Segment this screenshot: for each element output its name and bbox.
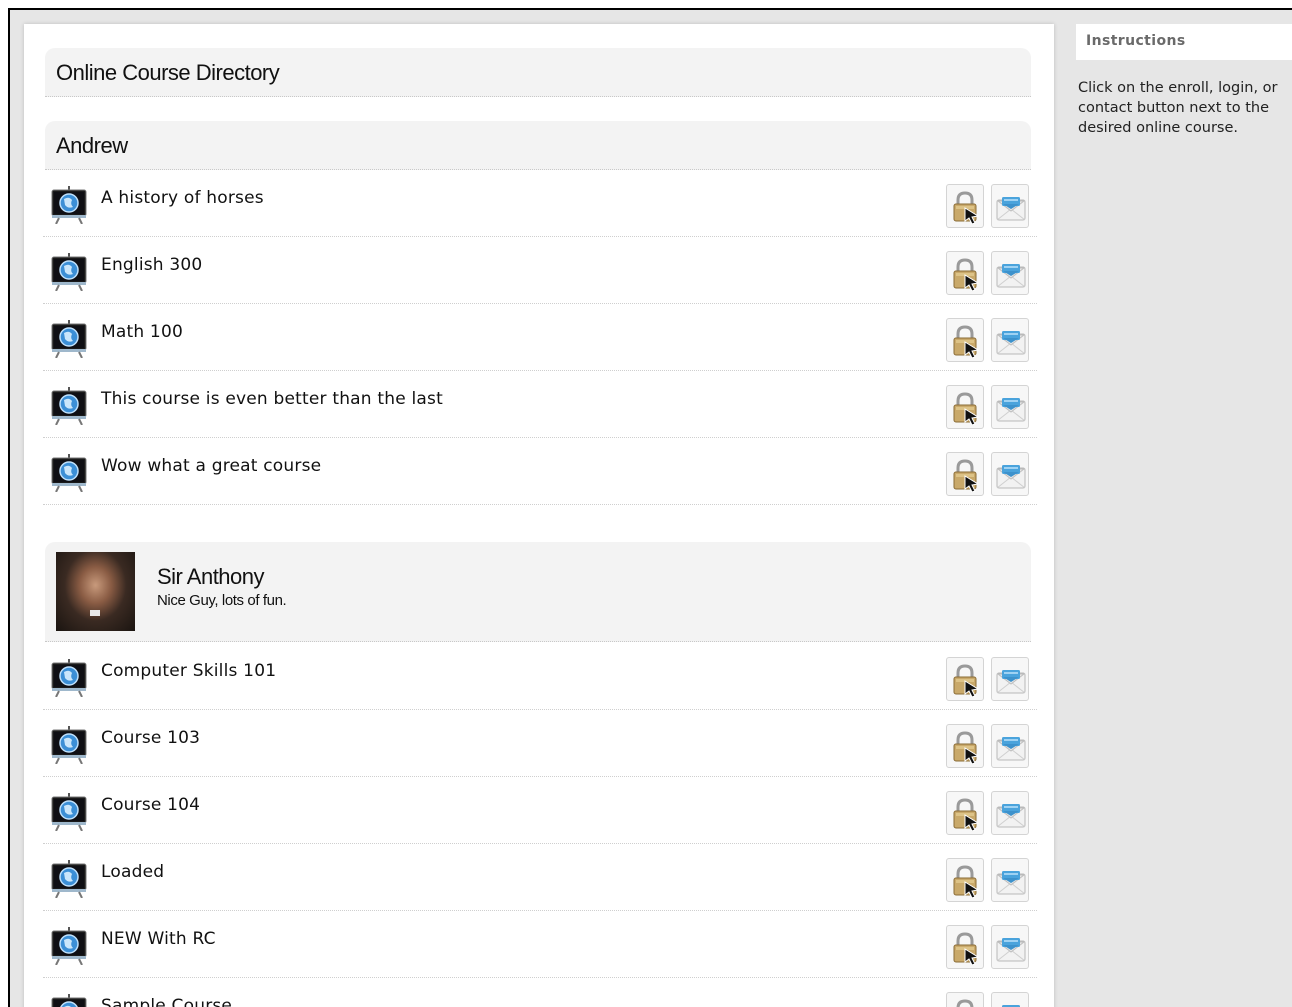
course-row: English 300	[43, 237, 1037, 304]
course-directory-panel: Online Course Directory Andrew A history…	[24, 24, 1054, 1007]
contact-button[interactable]	[991, 925, 1029, 969]
contact-envelope-icon	[996, 264, 1026, 288]
course-easel-icon	[50, 858, 88, 899]
login-button[interactable]	[946, 724, 984, 768]
instructor-header-sir-anthony: Sir Anthony Nice Guy, lots of fun.	[45, 542, 1031, 642]
course-easel-icon	[50, 791, 88, 832]
course-easel-icon	[50, 925, 88, 966]
contact-button[interactable]	[991, 318, 1029, 362]
login-lock-icon	[953, 191, 980, 224]
course-name[interactable]: English 300	[101, 255, 202, 275]
contact-envelope-icon	[996, 331, 1026, 355]
course-name[interactable]: A history of horses	[101, 188, 264, 208]
contact-button[interactable]	[991, 385, 1029, 429]
login-lock-icon	[953, 798, 980, 831]
course-row: Course 104	[43, 777, 1037, 844]
login-lock-icon	[953, 459, 980, 492]
contact-envelope-icon	[996, 737, 1026, 761]
contact-envelope-icon	[996, 804, 1026, 828]
contact-button[interactable]	[991, 251, 1029, 295]
login-button[interactable]	[946, 657, 984, 701]
instructions-heading: Instructions	[1086, 33, 1186, 49]
course-row: NEW With RC	[43, 911, 1037, 978]
login-lock-icon	[953, 258, 980, 291]
course-name[interactable]: Wow what a great course	[101, 456, 321, 476]
login-lock-icon	[953, 865, 980, 898]
course-row: Sample Course	[43, 978, 1037, 1007]
instructor-name: Andrew	[56, 133, 128, 158]
course-easel-icon	[50, 724, 88, 765]
login-button[interactable]	[946, 925, 984, 969]
course-row: Course 103	[43, 710, 1037, 777]
contact-envelope-icon	[1002, 1005, 1020, 1007]
contact-envelope-icon	[996, 670, 1026, 694]
login-lock-icon	[956, 999, 974, 1007]
course-name[interactable]: Course 104	[101, 795, 200, 815]
login-button[interactable]	[946, 184, 984, 228]
course-easel-icon	[50, 657, 88, 698]
course-easel-icon	[50, 992, 88, 1007]
instructor-name: Sir Anthony	[157, 564, 265, 589]
contact-button[interactable]	[991, 452, 1029, 496]
instructions-text: Click on the enroll, login, or contact b…	[1078, 80, 1278, 136]
course-row: Math 100	[43, 304, 1037, 371]
login-button[interactable]	[946, 992, 984, 1007]
directory-header: Online Course Directory	[45, 48, 1031, 97]
contact-button[interactable]	[991, 657, 1029, 701]
course-easel-icon	[50, 318, 88, 359]
course-easel-icon	[50, 385, 88, 426]
page-frame: Online Course Directory Andrew A history…	[8, 8, 1292, 1007]
login-lock-icon	[953, 392, 980, 425]
course-easel-icon	[50, 452, 88, 493]
course-name[interactable]: Computer Skills 101	[101, 661, 276, 681]
course-row: Computer Skills 101	[43, 643, 1037, 710]
login-lock-icon	[953, 664, 980, 697]
course-row: A history of horses	[43, 170, 1037, 237]
login-button[interactable]	[946, 385, 984, 429]
avatar	[56, 552, 135, 631]
contact-envelope-icon	[996, 871, 1026, 895]
contact-button[interactable]	[991, 724, 1029, 768]
course-name[interactable]: Math 100	[101, 322, 183, 342]
login-button[interactable]	[946, 251, 984, 295]
course-name[interactable]: This course is even better than the last	[101, 389, 443, 409]
login-lock-icon	[953, 731, 980, 764]
contact-button[interactable]	[991, 791, 1029, 835]
login-lock-icon	[953, 932, 980, 965]
instructor-bio: Nice Guy, lots of fun.	[157, 592, 287, 609]
course-name[interactable]: Loaded	[101, 862, 164, 882]
instructor-header-andrew: Andrew	[45, 121, 1031, 170]
login-lock-icon	[953, 325, 980, 358]
contact-envelope-icon	[996, 398, 1026, 422]
course-row: This course is even better than the last	[43, 371, 1037, 438]
page-title: Online Course Directory	[56, 60, 280, 85]
course-row: Wow what a great course	[43, 438, 1037, 505]
contact-envelope-icon	[996, 938, 1026, 962]
course-row: Loaded	[43, 844, 1037, 911]
contact-button[interactable]	[991, 858, 1029, 902]
login-button[interactable]	[946, 858, 984, 902]
login-button[interactable]	[946, 791, 984, 835]
course-name[interactable]: NEW With RC	[101, 929, 216, 949]
course-easel-icon	[50, 251, 88, 292]
login-button[interactable]	[946, 452, 984, 496]
contact-envelope-icon	[996, 197, 1026, 221]
contact-envelope-icon	[996, 465, 1026, 489]
course-name[interactable]: Course 103	[101, 728, 200, 748]
contact-button[interactable]	[991, 992, 1029, 1007]
contact-button[interactable]	[991, 184, 1029, 228]
course-easel-icon	[50, 184, 88, 225]
instructions-box: Instructions	[1076, 24, 1292, 60]
course-name[interactable]: Sample Course	[101, 996, 232, 1007]
login-button[interactable]	[946, 318, 984, 362]
